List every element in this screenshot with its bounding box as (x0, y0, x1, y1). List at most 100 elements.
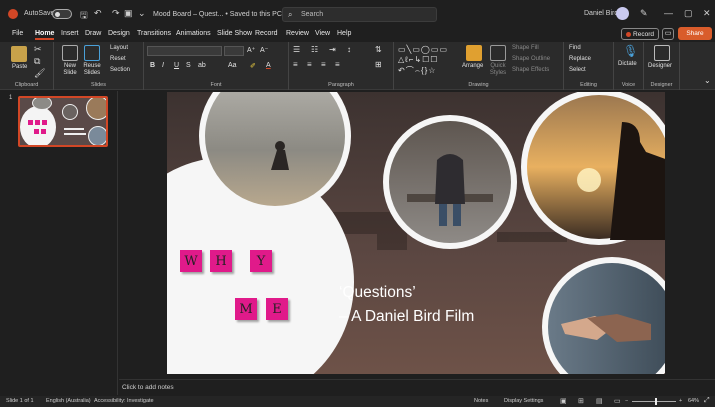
share-button[interactable]: Share (678, 27, 712, 40)
notes-pane[interactable]: Click to add notes (119, 379, 715, 396)
format-painter-icon[interactable]: 🖌 (34, 68, 45, 79)
shrink-font-icon[interactable]: A⁻ (260, 46, 268, 54)
align-center-icon[interactable]: ≡ (307, 60, 312, 69)
designer-icon[interactable] (654, 45, 670, 61)
tab-record[interactable]: Record (255, 30, 278, 37)
tab-help[interactable]: Help (337, 30, 351, 37)
paste-button[interactable]: Paste (12, 64, 27, 70)
tab-view[interactable]: View (315, 30, 330, 37)
tab-draw[interactable]: Draw (85, 30, 101, 37)
slide-title-text[interactable]: ‘Questions’ (339, 284, 416, 302)
shape-outline-button[interactable]: Shape Outline (512, 56, 550, 62)
justify-icon[interactable]: ≡ (335, 60, 340, 69)
quick-styles-icon[interactable] (490, 45, 506, 61)
zoom-out-icon[interactable]: − (625, 398, 628, 404)
language-indicator[interactable]: English (Australia) (46, 398, 91, 404)
numbering-icon[interactable]: ☷ (311, 45, 318, 54)
shadow-icon[interactable]: S (186, 62, 191, 69)
reading-view-icon[interactable]: ▤ (596, 397, 603, 405)
dictate-button[interactable]: Dictate (618, 61, 637, 67)
avatar[interactable] (616, 7, 629, 20)
pen-icon[interactable]: ✎ (640, 8, 648, 19)
replace-button[interactable]: Replace (569, 56, 591, 62)
shape-fill-button[interactable]: Shape Fill (512, 45, 539, 51)
arrange-icon[interactable] (466, 45, 482, 61)
bold-icon[interactable]: B (150, 62, 155, 69)
minimize-icon[interactable]: — (664, 8, 673, 18)
search-box[interactable]: ⌕ Search (282, 7, 437, 22)
quick-styles-button[interactable]: Quick Styles (487, 63, 509, 77)
collapse-ribbon-icon[interactable]: ⌄ (704, 76, 711, 85)
section-button[interactable]: Section (110, 67, 130, 73)
align-left-icon[interactable]: ≡ (293, 60, 298, 69)
paste-icon[interactable] (11, 46, 27, 62)
tab-review[interactable]: Review (286, 30, 309, 37)
strikethrough-icon[interactable]: ab (198, 62, 206, 69)
smartart-icon[interactable]: ⊞ (375, 60, 382, 69)
font-size-input[interactable] (224, 46, 244, 56)
save-icon[interactable]: 🖫 (80, 8, 88, 24)
zoom-level[interactable]: 64% (688, 398, 699, 404)
autosave-toggle[interactable] (52, 9, 72, 19)
undo-icon[interactable]: ↶ (94, 8, 102, 19)
record-button[interactable]: Record (621, 28, 659, 40)
display-settings[interactable]: Display Settings (504, 398, 543, 404)
close-icon[interactable]: ✕ (703, 8, 711, 19)
designer-button[interactable]: Designer (648, 63, 672, 69)
notes-toggle[interactable]: Notes (474, 398, 488, 404)
normal-view-icon[interactable]: ▣ (560, 397, 567, 405)
zoom-slider[interactable] (632, 401, 676, 402)
redo-icon[interactable]: ↷ (112, 8, 120, 19)
shape-effects-button[interactable]: Shape Effects (512, 67, 549, 73)
tab-transitions[interactable]: Transitions (137, 30, 171, 37)
shapes-gallery-icon[interactable]: ▭╲▭◯▭▭ (398, 45, 448, 54)
tab-home[interactable]: Home (35, 30, 55, 40)
scrabble-tile-letter: E (272, 301, 282, 317)
reuse-slides-button[interactable]: Reuse Slides (80, 63, 104, 77)
zoom-slider-thumb[interactable] (655, 398, 657, 405)
comments-button[interactable]: ▭ (662, 28, 674, 40)
copy-icon[interactable]: ⧉ (34, 56, 40, 67)
tab-file[interactable]: File (12, 30, 23, 37)
slide-subtitle-text[interactable]: – A Daniel Bird Film (339, 308, 474, 326)
tab-slide-show[interactable]: Slide Show (217, 30, 252, 37)
slide-canvas[interactable]: W H Y M E (167, 92, 665, 374)
arrange-button[interactable]: Arrange (462, 63, 483, 69)
new-slide-button[interactable]: New Slide (59, 63, 81, 77)
tab-design[interactable]: Design (108, 30, 130, 37)
cut-icon[interactable]: ✂ (34, 44, 42, 55)
text-direction-icon[interactable]: ⇅ (375, 45, 382, 54)
fit-to-window-icon[interactable]: ⤢ (704, 397, 710, 405)
underline-icon[interactable]: U (174, 62, 179, 69)
grow-font-icon[interactable]: A⁺ (247, 46, 255, 54)
highlight-icon[interactable]: ✐ (250, 62, 256, 70)
select-button[interactable]: Select (569, 67, 586, 73)
shapes-gallery-row2-icon[interactable]: △ℓ⌐↳☐☐ (398, 55, 438, 64)
new-slide-icon[interactable] (62, 45, 78, 61)
change-case-icon[interactable]: Aa (228, 62, 237, 69)
microphone-icon[interactable]: 🎙 (623, 44, 638, 58)
font-color-icon[interactable]: A (266, 62, 271, 69)
indent-icon[interactable]: ⇥ (329, 45, 336, 54)
tab-insert[interactable]: Insert (61, 30, 79, 37)
line-spacing-icon[interactable]: ↕ (347, 45, 351, 54)
slide-thumbnail[interactable] (18, 96, 108, 147)
zoom-in-icon[interactable]: + (679, 398, 682, 404)
font-name-input[interactable] (147, 46, 222, 56)
reset-button[interactable]: Reset (110, 56, 126, 62)
shapes-gallery-row3-icon[interactable]: ↶⌒⌢{}☆ (398, 65, 436, 76)
bullets-icon[interactable]: ☰ (293, 45, 300, 54)
document-title[interactable]: Mood Board – Quest... • Saved to this PC… (153, 10, 290, 18)
reuse-slides-icon[interactable] (84, 45, 100, 61)
slideshow-icon[interactable]: ▭ (614, 397, 621, 405)
tab-animations[interactable]: Animations (176, 30, 211, 37)
italic-icon[interactable]: I (162, 62, 164, 69)
layout-button[interactable]: Layout (110, 45, 128, 51)
slide-sorter-icon[interactable]: ⊞ (578, 397, 584, 405)
accessibility-checker[interactable]: Accessibility: Investigate (94, 398, 154, 404)
maximize-icon[interactable]: ▢ (684, 8, 693, 19)
present-from-start-icon[interactable]: ▣ (124, 8, 133, 19)
align-right-icon[interactable]: ≡ (321, 60, 326, 69)
customize-toolbar-icon[interactable]: ⌄ (138, 8, 146, 19)
find-button[interactable]: Find (569, 45, 581, 51)
